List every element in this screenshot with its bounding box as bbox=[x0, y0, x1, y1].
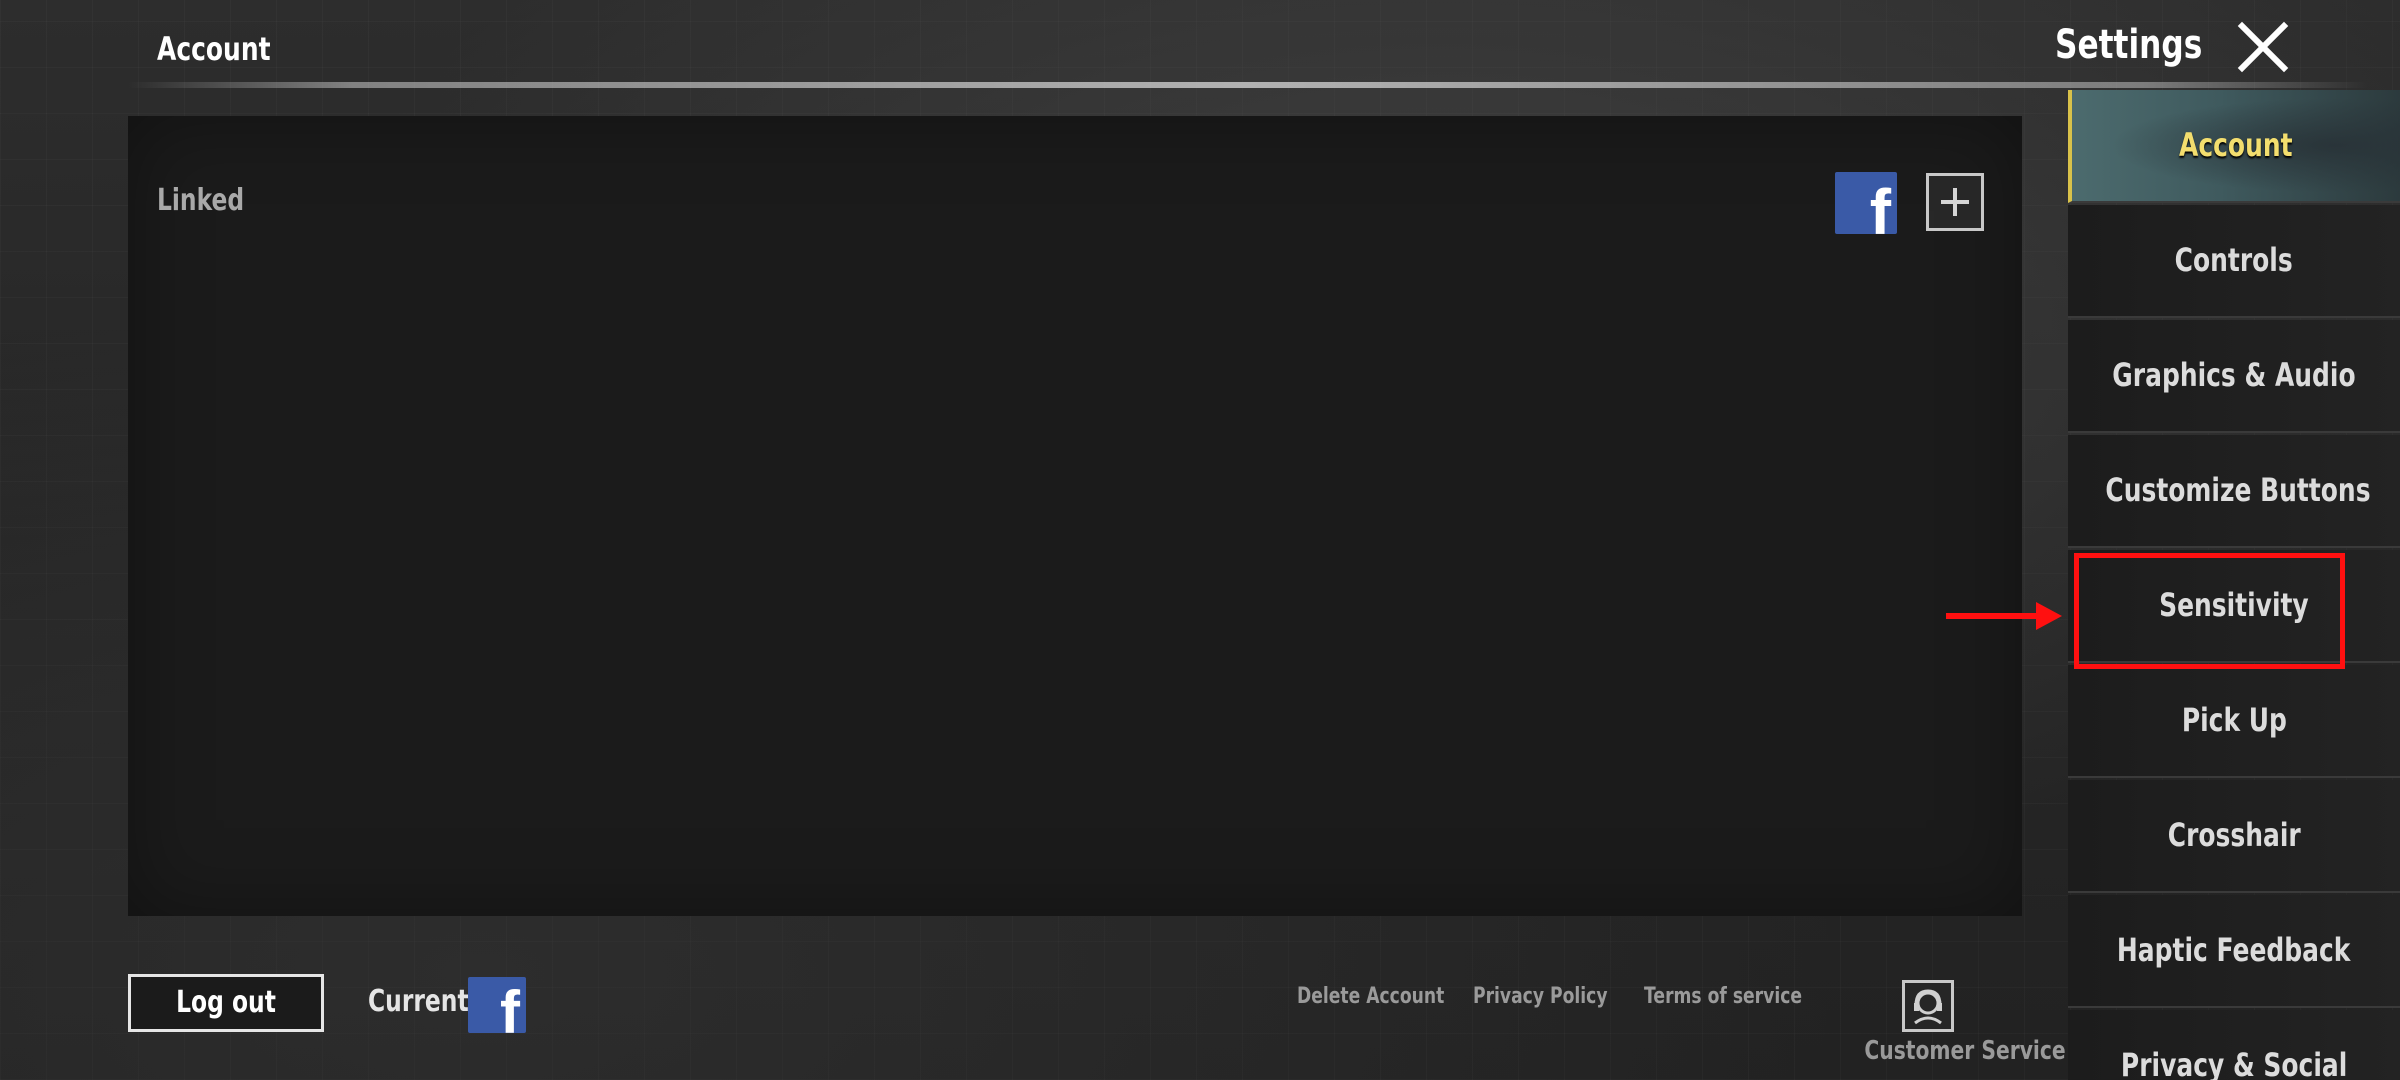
tab-controls[interactable]: Controls bbox=[2068, 205, 2400, 318]
tab-crosshair[interactable]: Crosshair bbox=[2068, 780, 2400, 893]
tab-pick-up[interactable]: Pick Up bbox=[2068, 665, 2400, 778]
header-divider bbox=[128, 82, 2368, 88]
tab-pick-up-label: Pick Up bbox=[2181, 701, 2287, 739]
facebook-icon: f bbox=[468, 977, 526, 1033]
tab-account[interactable]: Account bbox=[2068, 90, 2400, 203]
close-icon bbox=[2237, 21, 2289, 73]
arrow-right-icon bbox=[1946, 602, 2062, 630]
customer-service-text: Customer Service bbox=[1864, 1036, 2066, 1066]
terms-of-service-text: Terms of service bbox=[1644, 984, 1803, 1009]
current-label-text: Current bbox=[368, 984, 469, 1019]
facebook-icon: f bbox=[1835, 172, 1897, 234]
tab-graphics-audio-label: Graphics & Audio bbox=[2112, 356, 2356, 394]
tab-crosshair-label: Crosshair bbox=[2167, 816, 2301, 854]
tab-controls-label: Controls bbox=[2174, 241, 2294, 279]
tab-haptic-feedback[interactable]: Haptic Feedback bbox=[2068, 895, 2400, 1008]
tab-sensitivity[interactable]: Sensitivity bbox=[2068, 550, 2400, 663]
logout-label: Log out bbox=[176, 985, 276, 1020]
logout-button[interactable]: Log out bbox=[128, 974, 324, 1032]
customer-service-label: Customer Service bbox=[1836, 1036, 2065, 1066]
delete-account-link[interactable]: Delete Account bbox=[1297, 984, 1486, 1009]
add-linked-account-button[interactable] bbox=[1926, 173, 1984, 231]
tab-account-label: Account bbox=[2179, 126, 2293, 164]
privacy-policy-text: Privacy Policy bbox=[1473, 984, 1608, 1009]
headset-icon bbox=[1902, 980, 1954, 1032]
close-button[interactable] bbox=[2236, 20, 2290, 74]
linked-label-text: Linked bbox=[157, 183, 245, 218]
settings-screen: Account Settings Linked f Log out Curren… bbox=[0, 0, 2400, 1080]
tab-customize-buttons-label: Customize Buttons bbox=[2105, 471, 2371, 509]
terms-of-service-link[interactable]: Terms of service bbox=[1644, 984, 1847, 1009]
tab-privacy-social-label: Privacy & Social bbox=[2120, 1046, 2348, 1080]
customer-service-button[interactable]: Customer Service bbox=[1836, 980, 2066, 1080]
section-title-text: Account bbox=[157, 30, 271, 68]
settings-sidebar: Account Controls Graphics & Audio Custom… bbox=[2068, 90, 2400, 1080]
tab-sensitivity-label: Sensitivity bbox=[2159, 586, 2309, 624]
settings-title: Settings bbox=[2055, 22, 2244, 68]
tab-graphics-audio[interactable]: Graphics & Audio bbox=[2068, 320, 2400, 433]
tab-privacy-social[interactable]: Privacy & Social bbox=[2068, 1010, 2400, 1080]
tab-haptic-feedback-label: Haptic Feedback bbox=[2117, 931, 2351, 969]
tab-customize-buttons[interactable]: Customize Buttons bbox=[2068, 435, 2400, 548]
delete-account-text: Delete Account bbox=[1297, 984, 1445, 1009]
account-panel bbox=[128, 116, 2022, 916]
privacy-policy-link[interactable]: Privacy Policy bbox=[1473, 984, 1645, 1009]
settings-title-text: Settings bbox=[2055, 22, 2203, 68]
section-title: Account bbox=[157, 30, 303, 68]
linked-label: Linked bbox=[157, 183, 269, 218]
